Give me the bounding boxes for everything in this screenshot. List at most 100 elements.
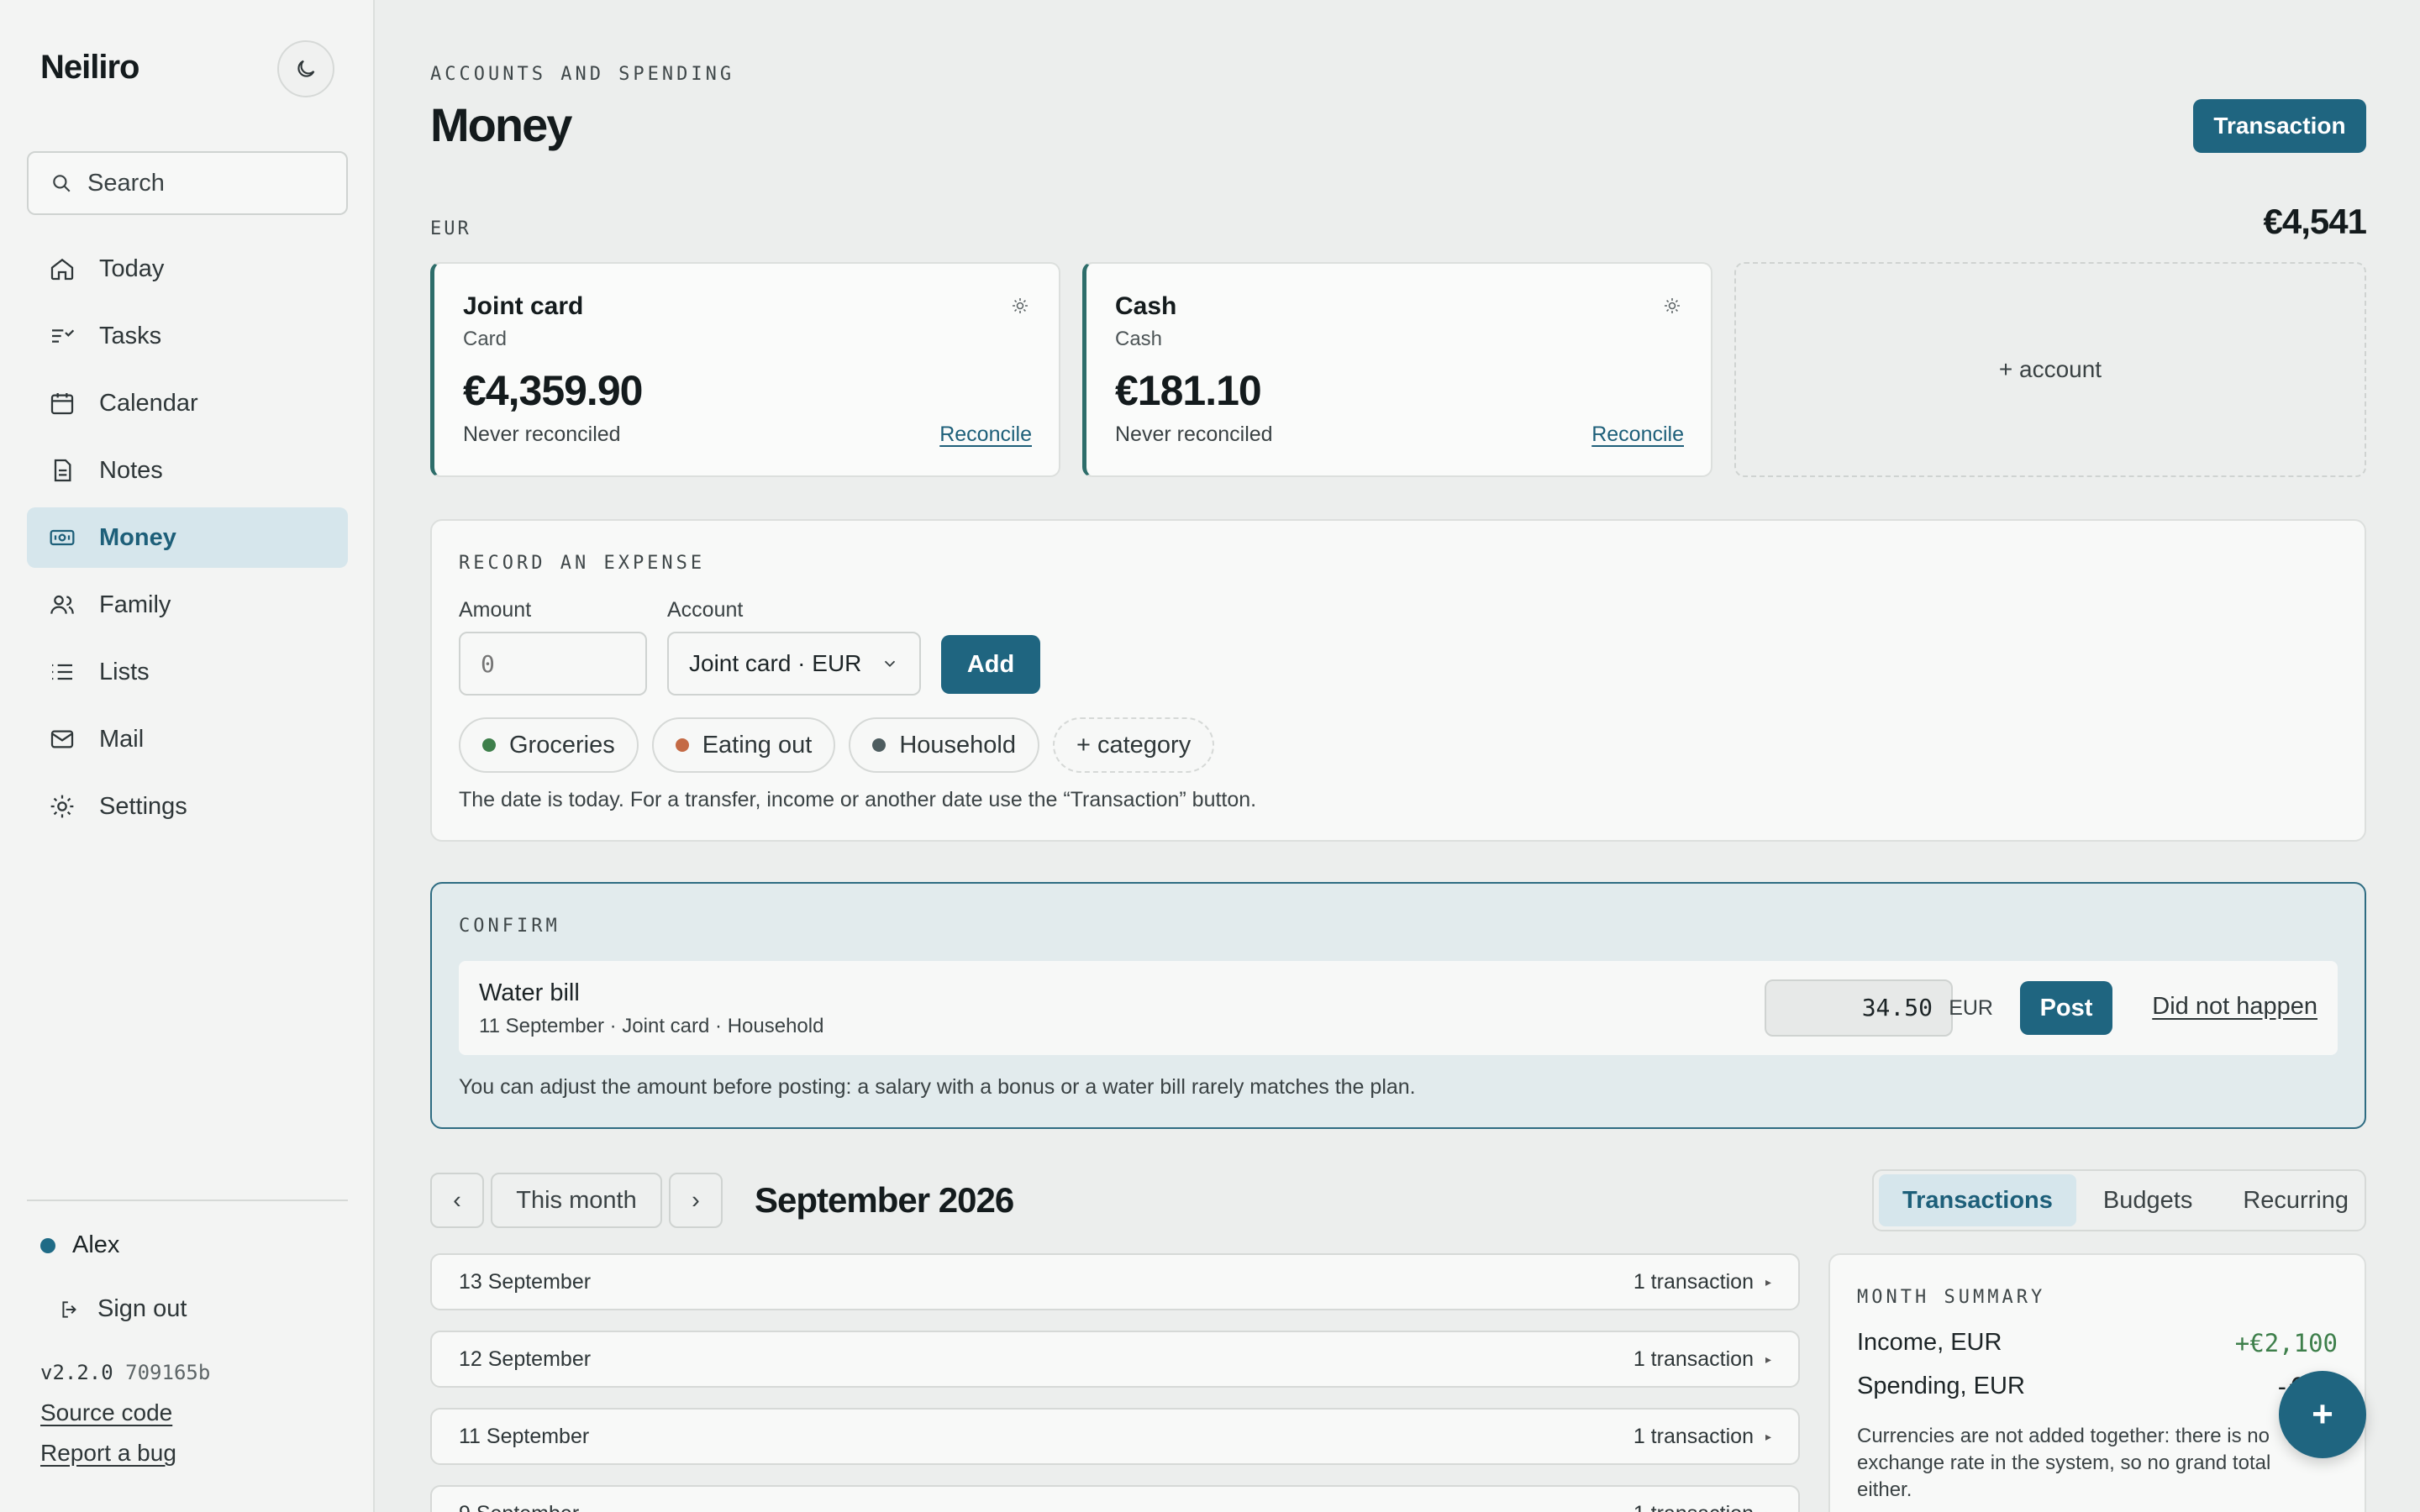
account-card-cash[interactable]: Cash Cash €181.10 Never reconciled Recon… (1082, 262, 1712, 477)
expand-arrow-icon: ▸ (1765, 1352, 1771, 1366)
add-account-button[interactable]: + account (1734, 262, 2366, 477)
pending-transaction: Water bill 11 September · Joint card · H… (459, 961, 2338, 1055)
amount-input[interactable] (459, 632, 647, 696)
income-row: Income, EUR +€2,100 (1857, 1329, 2338, 1357)
transaction-button[interactable]: Transaction (2193, 99, 2366, 153)
day-date: 11 September (459, 1424, 590, 1448)
view-tabs: Transactions Budgets Recurring (1872, 1169, 2366, 1231)
account-select[interactable]: Joint card · EUR (667, 632, 921, 696)
sidebar-item-label: Tasks (99, 322, 162, 349)
day-group-row[interactable]: 12 September 1 transaction ▸ (430, 1331, 1800, 1388)
reconcile-status: Never reconciled (463, 423, 621, 446)
search-placeholder: Search (87, 169, 165, 197)
add-fab-button[interactable]: + (2279, 1371, 2366, 1458)
chevron-down-icon (884, 660, 896, 668)
currency-note: Currencies are not added together: there… (1857, 1425, 2271, 1501)
sidebar-item-family[interactable]: Family (27, 575, 348, 635)
list-icon (52, 664, 72, 680)
account-card-joint[interactable]: Joint card Card €4,359.90 Never reconcil… (430, 262, 1060, 477)
gear-icon[interactable] (1662, 296, 1682, 316)
sidebar-item-notes[interactable]: Notes (27, 440, 348, 501)
sidebar-item-label: Settings (99, 792, 187, 820)
day-group-row[interactable]: 13 September 1 transaction ▸ (430, 1253, 1800, 1310)
account-type: Card (463, 328, 508, 350)
category-chip-household[interactable]: Household (849, 717, 1039, 773)
account-label: Account (667, 598, 744, 622)
sidebar-item-money[interactable]: Money (27, 507, 348, 568)
moon-icon (297, 60, 315, 77)
confirm-hint: You can adjust the amount before posting… (459, 1075, 1416, 1099)
expand-arrow-icon: ▸ (1765, 1429, 1771, 1443)
reconcile-link[interactable]: Reconcile (1591, 423, 1684, 447)
day-group-row[interactable]: 11 September 1 transaction ▸ (430, 1408, 1800, 1465)
main-content: ACCOUNTS AND SPENDING Money Transaction … (375, 0, 2420, 1512)
day-date: 13 September (459, 1269, 592, 1294)
note-icon (54, 459, 71, 482)
sign-out-button[interactable]: Sign out (59, 1295, 187, 1323)
sidebar-item-label: Notes (99, 456, 163, 484)
account-type: Cash (1115, 328, 1163, 350)
version-info: v2.2.0 709165b (40, 1361, 210, 1384)
category-color-dot (675, 738, 689, 752)
account-balance: €4,359.90 (463, 367, 643, 414)
category-label: Groceries (509, 731, 615, 759)
account-select-value: Joint card · EUR (689, 650, 862, 676)
reconcile-link[interactable]: Reconcile (939, 423, 1032, 447)
sidebar-item-label: Lists (99, 658, 150, 685)
day-group-row[interactable]: 9 September 1 transaction ▸ (430, 1485, 1800, 1512)
add-category-button[interactable]: + category (1052, 717, 1215, 773)
pending-amount-input[interactable]: 34.50 (1765, 979, 1953, 1037)
category-chip-eating-out[interactable]: Eating out (651, 717, 836, 773)
sidebar-item-calendar[interactable]: Calendar (27, 373, 348, 433)
category-chips: Groceries Eating out Household + categor… (459, 717, 1215, 773)
panel-label: RECORD AN EXPENSE (459, 553, 706, 574)
user-status-dot (40, 1237, 55, 1253)
gear-icon[interactable] (1010, 296, 1030, 316)
post-button[interactable]: Post (2020, 981, 2112, 1035)
category-color-dot (482, 738, 496, 752)
calendar-icon (50, 393, 74, 415)
sidebar-item-label: Calendar (99, 389, 198, 417)
tab-recurring[interactable]: Recurring (2219, 1174, 2372, 1226)
version-number: v2.2.0 (40, 1361, 113, 1384)
currency-total: €4,541 (2263, 202, 2367, 241)
expand-arrow-icon: ▸ (1765, 1274, 1771, 1289)
mail-icon (50, 730, 74, 748)
sign-out-icon (62, 1300, 76, 1318)
account-balance: €181.10 (1115, 367, 1262, 414)
brand-logo: Neiliro (40, 49, 139, 86)
panel-label: MONTH SUMMARY (1857, 1287, 2046, 1308)
sidebar-item-label: Today (99, 255, 165, 282)
sidebar-item-lists[interactable]: Lists (27, 642, 348, 702)
add-expense-button[interactable]: Add (941, 635, 1040, 694)
tab-budgets[interactable]: Budgets (2080, 1174, 2216, 1226)
sidebar-item-mail[interactable]: Mail (27, 709, 348, 769)
day-transaction-count: 1 transaction (1633, 1347, 1754, 1371)
pending-title: Water bill (479, 979, 580, 1006)
next-month-button[interactable]: › (669, 1173, 723, 1228)
tab-transactions[interactable]: Transactions (1879, 1174, 2076, 1226)
sidebar-item-label: Mail (99, 725, 145, 753)
day-date: 12 September (459, 1347, 592, 1371)
previous-month-button[interactable]: ‹ (430, 1173, 484, 1228)
source-code-link[interactable]: Source code (40, 1399, 172, 1426)
reconcile-status: Never reconciled (1115, 423, 1273, 446)
spending-label: Spending, EUR (1857, 1373, 2025, 1399)
sidebar-item-tasks[interactable]: Tasks (27, 306, 348, 366)
sidebar-item-label: Money (99, 523, 176, 551)
pending-currency: EUR (1949, 996, 1993, 1020)
account-name: Joint card (463, 292, 584, 320)
sidebar-divider (27, 1200, 348, 1201)
report-bug-link[interactable]: Report a bug (40, 1440, 176, 1467)
user-profile[interactable]: Alex (40, 1231, 119, 1259)
search-input[interactable]: Search (27, 151, 348, 215)
did-not-happen-link[interactable]: Did not happen (2152, 993, 2317, 1021)
day-transaction-count: 1 transaction (1634, 1502, 1754, 1512)
sidebar-item-settings[interactable]: Settings (27, 776, 348, 837)
theme-toggle-button[interactable] (277, 40, 334, 97)
this-month-button[interactable]: This month (491, 1173, 662, 1228)
currency-label: EUR (430, 218, 471, 239)
category-chip-groceries[interactable]: Groceries (459, 717, 639, 773)
sidebar-item-today[interactable]: Today (27, 239, 348, 299)
gear-icon (50, 795, 74, 818)
